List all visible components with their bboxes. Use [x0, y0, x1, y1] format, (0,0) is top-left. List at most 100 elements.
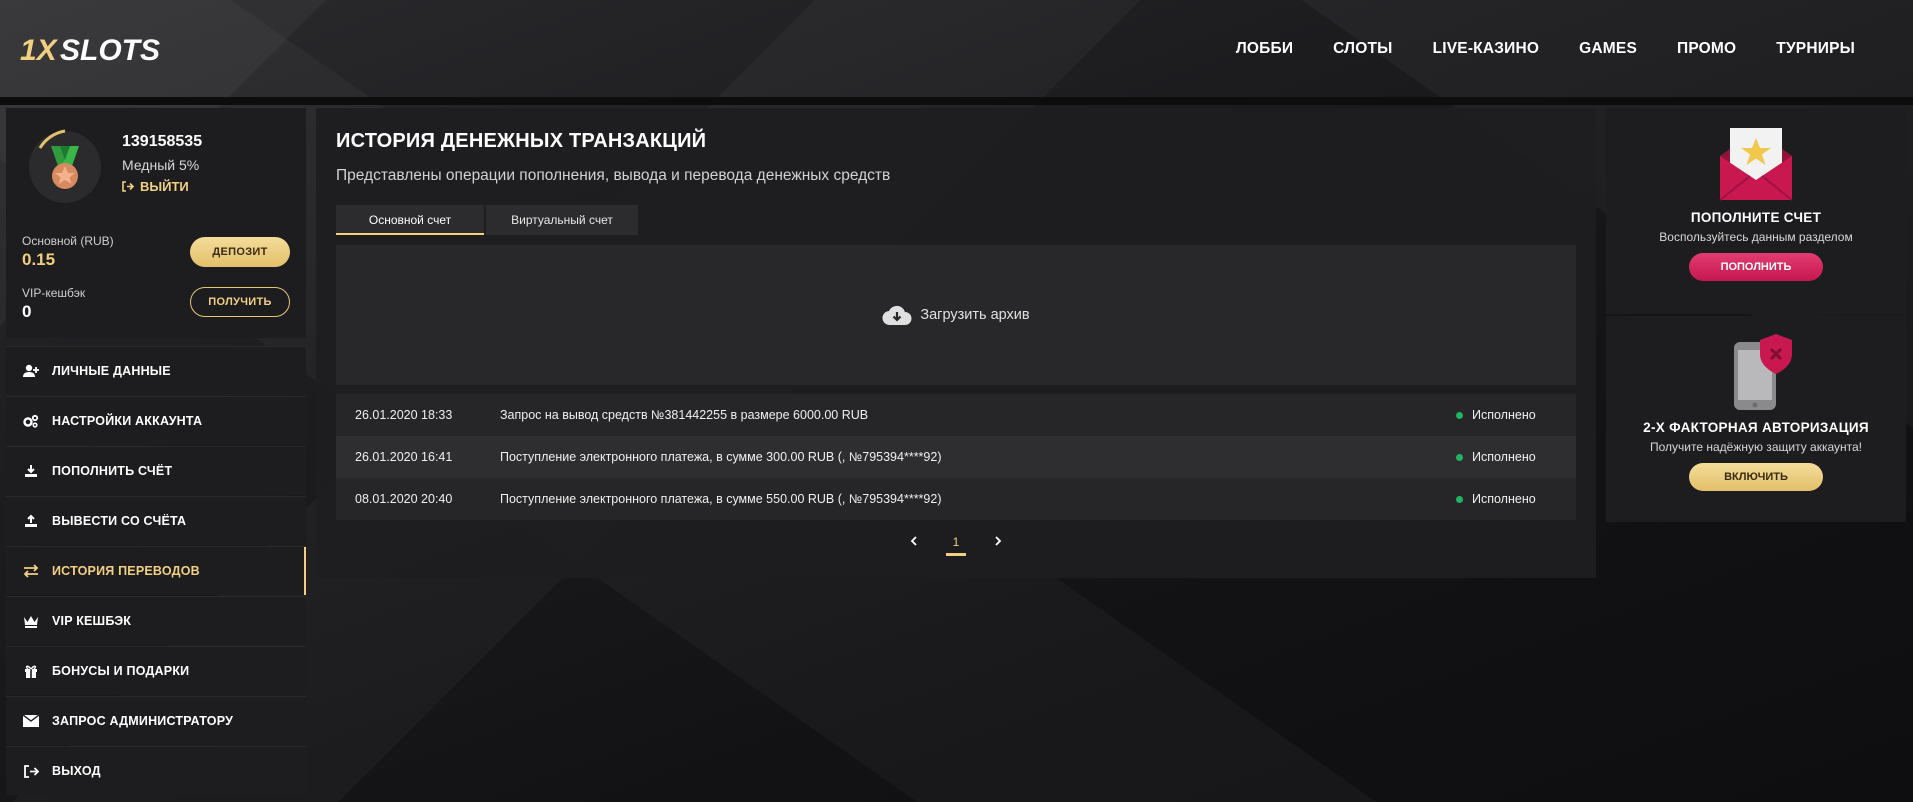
sidebar-item-transfer-history[interactable]: ИСТОРИЯ ПЕРЕВОДОВ [6, 546, 306, 595]
phone-shield-icon [1734, 334, 1792, 410]
top-up-button[interactable]: ПОПОЛНИТЬ [1689, 253, 1823, 281]
sidebar-item-label: ВЫВЕСТИ СО СЧЁТА [52, 514, 187, 528]
promo-deposit-card: ПОПОЛНИТЕ СЧЕТ Воспользуйтесь данным раз… [1606, 108, 1906, 314]
nav-live-casino[interactable]: LIVE-КАЗИНО [1413, 40, 1560, 58]
page-title: ИСТОРИЯ ДЕНЕЖНЫХ ТРАНЗАКЦИЙ [336, 130, 707, 152]
sidebar-item-deposit[interactable]: ПОПОЛНИТЬ СЧЁТ [6, 446, 306, 495]
status-dot-icon [1456, 453, 1463, 461]
site-logo[interactable]: 1X SLOTS [20, 29, 180, 69]
right-sidebar: ПОПОЛНИТЕ СЧЕТ Воспользуйтесь данным раз… [1606, 108, 1906, 522]
next-page-button[interactable] [988, 535, 1008, 549]
crown-icon [22, 612, 40, 630]
tx-status: Исполнено [1456, 492, 1576, 506]
upload-icon [22, 512, 40, 530]
nav-games[interactable]: GAMES [1559, 40, 1657, 58]
promo-title: 2-Х ФАКТОРНАЯ АВТОРИЗАЦИЯ [1643, 420, 1869, 435]
enable-2fa-button[interactable]: ВКЛЮЧИТЬ [1689, 463, 1823, 491]
profile-card: 139158535 Медный 5% ВЫЙТИ Основной (RUB)… [6, 108, 306, 338]
chevron-left-icon [910, 536, 917, 546]
logout-label: ВЫЙТИ [140, 179, 189, 194]
logout-link[interactable]: ВЫЙТИ [122, 179, 189, 194]
archive-label: Загрузить архив [920, 307, 1030, 323]
promo-text: Воспользуйтесь данным разделом [1659, 230, 1853, 244]
transactions-panel: ИСТОРИЯ ДЕНЕЖНЫХ ТРАНЗАКЦИЙ Представлены… [316, 108, 1596, 578]
avatar [26, 126, 104, 204]
sidebar-item-personal-data[interactable]: ЛИЧНЫЕ ДАННЫЕ [6, 346, 306, 395]
medal-icon [29, 129, 101, 203]
sidebar-item-withdraw[interactable]: ВЫВЕСТИ СО СЧЁТА [6, 496, 306, 545]
transfer-icon [22, 562, 40, 580]
tx-status: Исполнено [1456, 450, 1576, 464]
tx-description: Поступление электронного платежа, в сумм… [500, 492, 942, 506]
chevron-right-icon [995, 536, 1002, 546]
deposit-button[interactable]: ДЕПОЗИТ [190, 237, 290, 267]
status-dot-icon [1456, 495, 1463, 503]
nav-slots[interactable]: СЛОТЫ [1313, 40, 1412, 58]
tx-status-label: Исполнено [1472, 450, 1536, 464]
nav-lobby[interactable]: ЛОББИ [1216, 40, 1313, 58]
sidebar-item-label: ЛИЧНЫЕ ДАННЫЕ [52, 364, 171, 378]
sign-out-icon [22, 762, 40, 780]
balance-value: 0.15 [22, 250, 56, 269]
envelope-icon [22, 712, 40, 730]
tx-status-label: Исполнено [1472, 492, 1536, 506]
nav-tournaments[interactable]: ТУРНИРЫ [1756, 40, 1875, 58]
sidebar-item-label: VIP КЕШБЭК [52, 614, 132, 628]
account-tabs: Основной счет Виртуальный счет [336, 205, 1576, 235]
sidebar-item-vip-cashback[interactable]: VIP КЕШБЭК [6, 596, 306, 645]
svg-text:1X: 1X [20, 34, 59, 67]
sidebar-item-label: ИСТОРИЯ ПЕРЕВОДОВ [52, 564, 200, 578]
tx-description: Поступление электронного платежа, в сумм… [500, 450, 942, 464]
get-cashback-button[interactable]: ПОЛУЧИТЬ [190, 287, 290, 317]
promo-text: Получите надёжную защиту аккаунта! [1649, 440, 1862, 454]
download-icon [22, 462, 40, 480]
download-archive-button[interactable]: Загрузить архив [336, 245, 1576, 385]
nav-promo[interactable]: ПРОМО [1657, 40, 1756, 58]
tx-status: Исполнено [1456, 408, 1576, 422]
balance-label: Основной (RUB) [22, 234, 114, 248]
left-sidebar: 139158535 Медный 5% ВЫЙТИ Основной (RUB)… [6, 108, 306, 796]
sidebar-item-bonuses[interactable]: БОНУСЫ И ПОДАРКИ [6, 646, 306, 695]
main-nav: ЛОББИ СЛОТЫ LIVE-КАЗИНО GAMES ПРОМО ТУРН… [1216, 40, 1875, 58]
user-id: 139158535 [122, 133, 203, 150]
tab-virtual-account[interactable]: Виртуальный счет [486, 205, 638, 235]
transactions-table: 26.01.2020 18:33 Запрос на вывод средств… [336, 394, 1576, 520]
prev-page-button[interactable] [904, 535, 924, 549]
tx-description: Запрос на вывод средств №381442255 в раз… [500, 408, 869, 422]
page-subtitle: Представлены операции пополнения, вывода… [336, 167, 891, 184]
sidebar-item-account-settings[interactable]: НАСТРОЙКИ АККАУНТА [6, 396, 306, 445]
svg-text:SLOTS: SLOTS [60, 34, 160, 67]
user-level: Медный 5% [122, 157, 200, 173]
top-header: 1X SLOTS ЛОББИ СЛОТЫ LIVE-КАЗИНО GAMES П… [0, 0, 1913, 97]
cashback-value: 0 [22, 302, 32, 321]
sidebar-item-logout[interactable]: ВЫХОД [6, 746, 306, 795]
sidebar-item-label: ВЫХОД [52, 764, 101, 778]
cloud-download-icon [882, 305, 912, 326]
envelope-star-icon [1719, 128, 1793, 201]
header-divider [0, 97, 1913, 105]
table-row: 08.01.2020 20:40 Поступление электронног… [336, 478, 1576, 520]
sidebar-item-label: ПОПОЛНИТЬ СЧЁТ [52, 464, 173, 478]
page-number-current[interactable]: 1 [946, 535, 966, 556]
user-plus-icon [22, 362, 40, 380]
status-dot-icon [1456, 411, 1463, 419]
account-menu: ЛИЧНЫЕ ДАННЫЕ НАСТРОЙКИ АККАУНТА ПОПОЛНИ… [6, 346, 306, 795]
sidebar-item-label: ЗАПРОС АДМИНИСТРАТОРУ [52, 714, 234, 728]
tx-date: 08.01.2020 20:40 [355, 492, 453, 506]
sidebar-item-label: БОНУСЫ И ПОДАРКИ [52, 664, 190, 678]
sidebar-item-admin-request[interactable]: ЗАПРОС АДМИНИСТРАТОРУ [6, 696, 306, 745]
cashback-label: VIP-кешбэк [22, 286, 86, 300]
tx-date: 26.01.2020 16:41 [355, 450, 453, 464]
sidebar-item-label: НАСТРОЙКИ АККАУНТА [52, 414, 203, 428]
sign-out-icon [122, 181, 134, 192]
tab-main-account[interactable]: Основной счет [336, 205, 484, 235]
logo-icon: 1X SLOTS [20, 34, 160, 67]
table-row: 26.01.2020 18:33 Запрос на вывод средств… [336, 394, 1576, 436]
promo-title: ПОПОЛНИТЕ СЧЕТ [1690, 210, 1822, 225]
table-row: 26.01.2020 16:41 Поступление электронног… [336, 436, 1576, 478]
pagination: 1 [336, 528, 1576, 556]
tx-status-label: Исполнено [1472, 408, 1536, 422]
gift-icon [22, 662, 40, 680]
tx-date: 26.01.2020 18:33 [355, 408, 453, 422]
gears-icon [22, 412, 40, 430]
